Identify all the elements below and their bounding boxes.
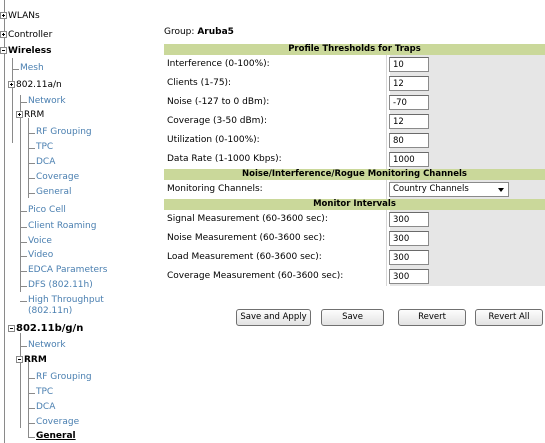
main-panel: Group: Aruba5 Profile Thresholds for Tra…: [160, 0, 545, 443]
interval-row: Load Measurement (60-3600 sec):: [164, 248, 545, 267]
interval-input[interactable]: [389, 231, 429, 246]
interval-input[interactable]: [389, 250, 429, 265]
dropdown-arrow-icon[interactable]: [498, 188, 504, 192]
tree-item-network-a[interactable]: Network: [28, 96, 66, 107]
expand-icon[interactable]: [0, 12, 7, 19]
tree-item-pico-cell[interactable]: Pico Cell: [28, 205, 66, 216]
tree-item-controller[interactable]: Controller: [0, 30, 52, 41]
tree-item-high-throughput-sub[interactable]: (802.11n): [28, 306, 72, 317]
expand-icon[interactable]: [8, 81, 15, 88]
tree-line: [28, 118, 29, 198]
collapse-icon[interactable]: [16, 356, 23, 363]
tree-item-edca-parameters[interactable]: EDCA Parameters: [28, 265, 107, 276]
save-and-apply-button[interactable]: Save and Apply: [236, 309, 311, 326]
tree-item-high-throughput[interactable]: High Throughput: [28, 295, 104, 306]
tree-item-client-roaming[interactable]: Client Roaming: [28, 221, 96, 232]
threshold-row: Clients (1-75):: [164, 74, 545, 93]
tree-item-dfs[interactable]: DFS (802.11h): [28, 280, 93, 291]
threshold-row: Data Rate (1-1000 Kbps):: [164, 150, 545, 169]
expand-icon[interactable]: [16, 111, 23, 118]
section-header-thresholds: Profile Thresholds for Traps: [164, 44, 545, 55]
navigation-tree: WLANs Controller Wireless Mesh 802.11a/n…: [0, 0, 155, 443]
tree-item-rrm-bg[interactable]: RRM: [16, 355, 47, 366]
interval-input[interactable]: [389, 269, 429, 284]
save-button[interactable]: Save: [321, 309, 384, 326]
tree-item-rrm-a[interactable]: RRM: [16, 110, 44, 121]
rrm-config-table: Profile Thresholds for Traps Interferenc…: [164, 44, 545, 286]
tree-item-wireless[interactable]: Wireless: [0, 46, 51, 57]
threshold-row: Interference (0-100%):: [164, 55, 545, 74]
tree-item-tpc-a[interactable]: TPC: [36, 142, 53, 153]
field-label: Load Measurement (60-3600 sec):: [167, 252, 322, 262]
group-label: Group: Aruba5: [164, 27, 234, 37]
tree-item-network-bg[interactable]: Network: [28, 340, 66, 351]
interval-input[interactable]: [389, 212, 429, 227]
field-label: Data Rate (1-1000 Kbps):: [167, 154, 282, 164]
tree-line: [12, 58, 13, 143]
threshold-input[interactable]: [389, 76, 429, 91]
field-label: Signal Measurement (60-3600 sec):: [167, 214, 328, 224]
monitoring-channels-row: Monitoring Channels: Country Channels: [164, 180, 545, 199]
section-header-intervals: Monitor Intervals: [164, 199, 545, 210]
tree-item-dca-a[interactable]: DCA: [36, 157, 55, 168]
revert-all-button[interactable]: Revert All: [475, 309, 543, 326]
threshold-input[interactable]: [389, 133, 429, 148]
field-label: Clients (1-75):: [167, 78, 232, 88]
threshold-row: Coverage (3-50 dBm):: [164, 112, 545, 131]
interval-row: Noise Measurement (60-3600 sec):: [164, 229, 545, 248]
field-label: Noise Measurement (60-3600 sec):: [167, 233, 326, 243]
tree-item-tpc-bg[interactable]: TPC: [36, 387, 53, 398]
tree-item-dca-bg[interactable]: DCA: [36, 402, 55, 413]
section-header-channels: Noise/Interference/Rogue Monitoring Chan…: [164, 169, 545, 180]
threshold-input[interactable]: [389, 95, 429, 110]
interval-row: Coverage Measurement (60-3600 sec):: [164, 267, 545, 286]
interval-row: Signal Measurement (60-3600 sec):: [164, 210, 545, 229]
tree-line: [20, 333, 21, 428]
threshold-input[interactable]: [389, 57, 429, 72]
field-label: Monitoring Channels:: [167, 184, 263, 194]
tree-item-general-a[interactable]: General: [36, 187, 71, 198]
threshold-input[interactable]: [389, 152, 429, 167]
tree-item-rf-grouping-bg[interactable]: RF Grouping: [36, 372, 92, 383]
field-label: Interference (0-100%):: [167, 59, 270, 69]
tree-line: [28, 358, 29, 438]
field-label: Noise (-127 to 0 dBm):: [167, 97, 270, 107]
threshold-row: Utilization (0-100%):: [164, 131, 545, 150]
field-label: Coverage Measurement (60-3600 sec):: [167, 271, 344, 281]
revert-button[interactable]: Revert: [398, 309, 466, 326]
button-bar: Save and Apply Save Revert Revert All: [164, 309, 545, 329]
tree-item-general-bg-selected[interactable]: General: [36, 431, 76, 442]
tree-item-802-11b-g-n[interactable]: 802.11b/g/n: [8, 323, 83, 335]
field-label: Utilization (0-100%):: [167, 135, 260, 145]
tree-item-coverage-a[interactable]: Coverage: [36, 172, 79, 183]
collapse-icon[interactable]: [8, 325, 15, 332]
tree-item-video[interactable]: Video: [28, 250, 53, 261]
tree-line: [4, 0, 5, 443]
collapse-icon[interactable]: [0, 47, 7, 54]
threshold-input[interactable]: [389, 114, 429, 129]
tree-item-voice[interactable]: Voice: [28, 236, 52, 247]
tree-item-rf-grouping-a[interactable]: RF Grouping: [36, 127, 92, 138]
expand-icon[interactable]: [0, 31, 7, 38]
tree-item-mesh[interactable]: Mesh: [20, 63, 44, 74]
tree-item-802-11a-n[interactable]: 802.11a/n: [8, 80, 62, 91]
field-label: Coverage (3-50 dBm):: [167, 116, 267, 126]
group-name: Aruba5: [197, 27, 234, 37]
tree-item-coverage-bg[interactable]: Coverage: [36, 417, 79, 428]
tree-item-wlans[interactable]: WLANs: [0, 11, 40, 22]
threshold-row: Noise (-127 to 0 dBm):: [164, 93, 545, 112]
monitoring-channels-select[interactable]: Country Channels: [389, 182, 509, 197]
